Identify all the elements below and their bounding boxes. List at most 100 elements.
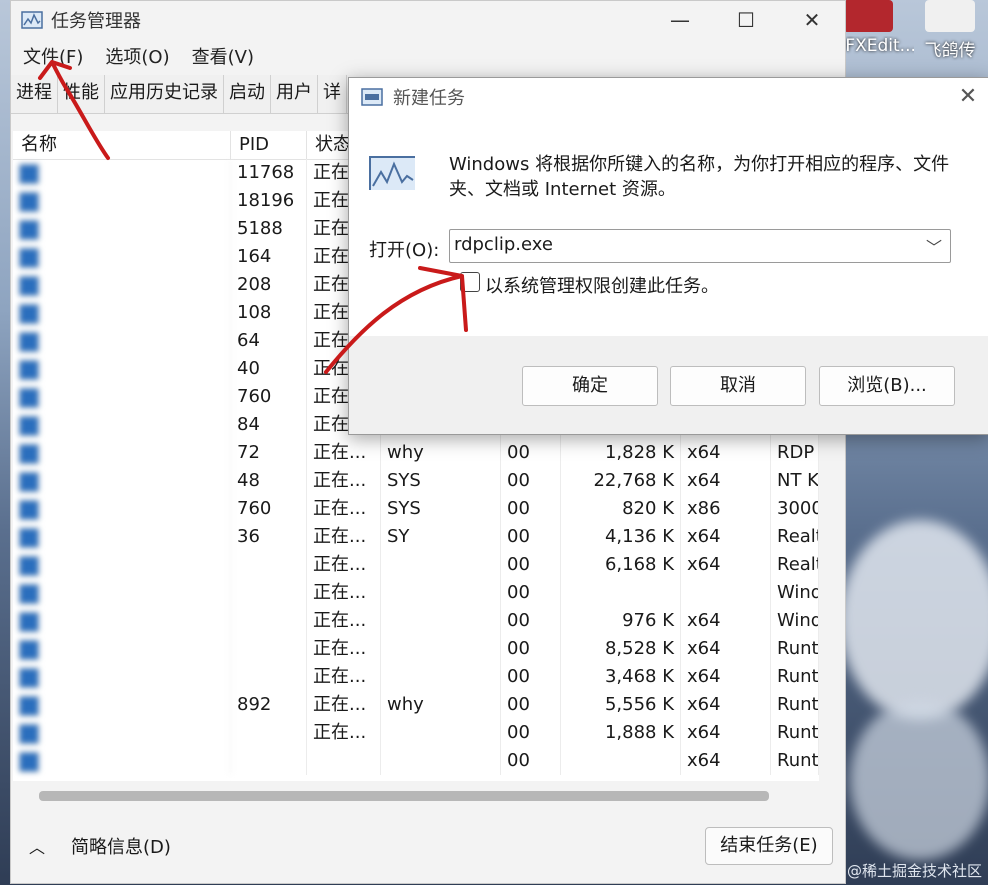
table-row[interactable]: 72 正在... why 00 1,828 Kx64 RDP [13, 439, 819, 467]
table-row[interactable]: 正在... 00 976 Kx64 Wind [13, 607, 819, 635]
run-icon [361, 88, 383, 106]
process-desc-cell: Wind [771, 579, 819, 607]
process-pid-cell [231, 579, 307, 607]
process-cpu-cell: 00 [501, 467, 561, 495]
cancel-button[interactable]: 取消 [670, 366, 806, 406]
process-desc-cell: Realt [771, 551, 819, 579]
process-cpu-cell: 00 [501, 495, 561, 523]
column-header-name[interactable]: 名称 [13, 131, 231, 159]
table-row[interactable]: 892 正在... why 00 5,556 Kx64 Runt [13, 691, 819, 719]
process-desc-cell: Runt [771, 719, 819, 747]
process-icon [19, 612, 39, 632]
table-row[interactable]: 正在... 00 8,528 Kx64 Runt [13, 635, 819, 663]
process-mem-cell [561, 579, 681, 607]
process-mem-cell: 3,468 K [561, 663, 681, 691]
process-pid-cell: 164 [231, 243, 307, 271]
dialog-title-bar: 新建任务 [349, 78, 988, 116]
tab-performance[interactable]: 性能 [58, 75, 105, 113]
horizontal-scrollbar[interactable] [39, 791, 769, 801]
process-desc-cell: Runt [771, 691, 819, 719]
process-cpu-cell: 00 [501, 523, 561, 551]
menu-options[interactable]: 选项(O) [105, 43, 169, 69]
table-row[interactable]: 00 x64 Runt [13, 747, 819, 775]
process-desc-cell: RDP [771, 439, 819, 467]
browse-button[interactable]: 浏览(B)... [819, 366, 955, 406]
process-name-cell [13, 691, 231, 719]
process-user-cell [381, 719, 501, 747]
process-pid-cell: 11768 [231, 159, 307, 187]
tab-startup[interactable]: 启动 [224, 75, 271, 113]
admin-checkbox[interactable] [460, 272, 480, 292]
process-icon [19, 332, 39, 352]
process-pid-cell: 64 [231, 327, 307, 355]
brief-info-toggle[interactable]: ︿ 简略信息(D) [29, 833, 171, 859]
process-name-cell [13, 271, 231, 299]
brief-info-label: 简略信息(D) [71, 837, 171, 858]
process-name-cell [13, 439, 231, 467]
admin-checkbox-label[interactable]: 以系统管理权限创建此任务。 [485, 272, 719, 298]
task-manager-icon [21, 11, 43, 29]
process-arch-cell: x64 [681, 467, 771, 495]
process-user-cell [381, 635, 501, 663]
process-cpu-cell: 00 [501, 691, 561, 719]
menu-file[interactable]: 文件(F) [23, 43, 83, 69]
process-name-cell [13, 579, 231, 607]
pdf-editor-icon [843, 0, 893, 32]
process-user-cell [381, 579, 501, 607]
tab-details[interactable]: 详 [318, 75, 347, 113]
table-row[interactable]: 正在... 00 3,468 Kx64 Runt [13, 663, 819, 691]
process-arch-cell: x64 [681, 747, 771, 775]
ok-button[interactable]: 确定 [522, 366, 658, 406]
process-icon [19, 752, 39, 772]
process-name-cell [13, 719, 231, 747]
minimize-button[interactable]: — [647, 1, 713, 39]
task-manager-icon [369, 156, 415, 190]
desktop-shortcut-feige[interactable]: 飞鸽传 [914, 0, 986, 66]
process-icon [19, 248, 39, 268]
process-cpu-cell: 00 [501, 747, 561, 775]
process-icon [19, 584, 39, 604]
process-pid-cell: 5188 [231, 215, 307, 243]
tab-users[interactable]: 用户 [271, 75, 318, 113]
process-arch-cell: x64 [681, 523, 771, 551]
process-status-cell: 正在... [307, 523, 381, 551]
chevron-down-icon[interactable]: ﹀ [926, 234, 942, 258]
process-icon [19, 360, 39, 380]
process-desc-cell: Runt [771, 747, 819, 775]
dialog-title: 新建任务 [393, 88, 465, 109]
process-pid-cell: 72 [231, 439, 307, 467]
process-status-cell [307, 747, 381, 775]
process-arch-cell: x64 [681, 607, 771, 635]
process-pid-cell: 36 [231, 523, 307, 551]
tab-app-history[interactable]: 应用历史记录 [105, 75, 224, 113]
menu-view[interactable]: 查看(V) [192, 43, 254, 69]
process-name-cell [13, 355, 231, 383]
maximize-button[interactable]: ☐ [713, 1, 779, 39]
process-mem-cell: 1,888 K [561, 719, 681, 747]
process-cpu-cell: 00 [501, 635, 561, 663]
process-arch-cell: x86 [681, 495, 771, 523]
open-input[interactable]: rdpclip.exe [454, 234, 553, 255]
dialog-description: Windows 将根据你所键入的名称，为你打开相应的程序、文件夹、文档或 Int… [449, 154, 950, 200]
table-row[interactable]: 正在... 00 6,168 Kx64 Realt [13, 551, 819, 579]
table-row[interactable]: 760 正在... SYS 00 820 Kx86 3000 [13, 495, 819, 523]
end-task-button[interactable]: 结束任务(E) [705, 827, 833, 865]
open-combobox[interactable]: rdpclip.exe ﹀ [449, 229, 951, 263]
table-row[interactable]: 正在... 00 1,888 Kx64 Runt [13, 719, 819, 747]
process-cpu-cell: 00 [501, 607, 561, 635]
process-user-cell [381, 607, 501, 635]
column-header-pid[interactable]: PID [231, 131, 307, 159]
process-icon [19, 528, 39, 548]
table-row[interactable]: 36 正在... SY 00 4,136 Kx64 Realt [13, 523, 819, 551]
process-mem-cell: 22,768 K [561, 467, 681, 495]
process-name-cell [13, 159, 231, 187]
process-icon [19, 500, 39, 520]
tab-processes[interactable]: 进程 [11, 75, 58, 113]
process-name-cell [13, 383, 231, 411]
process-cpu-cell: 00 [501, 439, 561, 467]
close-button[interactable]: ✕ [779, 1, 845, 39]
process-name-cell [13, 635, 231, 663]
table-row[interactable]: 正在... 00 Wind [13, 579, 819, 607]
dialog-close-button[interactable]: ✕ [953, 84, 983, 112]
table-row[interactable]: 48 正在... SYS 00 22,768 Kx64 NT K [13, 467, 819, 495]
